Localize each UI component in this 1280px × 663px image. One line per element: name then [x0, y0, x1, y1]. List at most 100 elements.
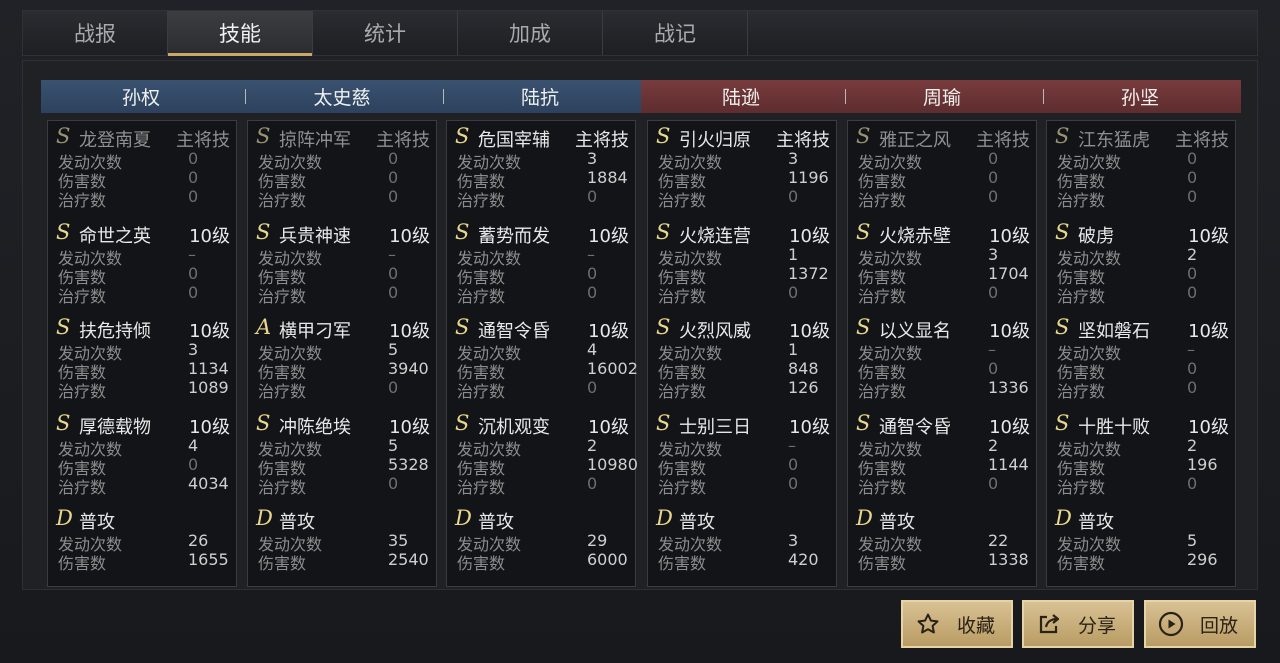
- skill-header: S 沉机观变 10级: [447, 410, 635, 438]
- skill-block[interactable]: S 十胜十败 10级 发动次数 2 伤害数 196 治疗数 0: [1047, 410, 1235, 497]
- stat-value: 22: [988, 531, 1009, 550]
- skill-stat-row: 伤害数 1196: [648, 168, 836, 191]
- skill-block[interactable]: S 破虏 10级 发动次数 2 伤害数 0 治疗数 0: [1047, 219, 1235, 306]
- skill-block[interactable]: S 危国宰辅 主将技 发动次数 3 伤害数 1884 治疗数 0: [447, 123, 635, 210]
- replay-button[interactable]: 回放: [1144, 600, 1256, 648]
- stat-label: 治疗数: [658, 382, 707, 401]
- skill-grade: S: [656, 411, 671, 435]
- skill-block[interactable]: S 厚德载物 10级 发动次数 4 伤害数 0 治疗数 4034: [48, 410, 236, 497]
- stat-value: 848: [788, 359, 819, 378]
- stat-value: 5: [388, 340, 399, 359]
- general-name: 孙权: [121, 87, 160, 109]
- skill-stat-row: 发动次数 4: [48, 436, 236, 459]
- skill-header: S 冲陈绝埃 10级: [248, 410, 436, 438]
- stat-value: 0: [1187, 149, 1198, 168]
- battle-report-screen: 战报 技能 统计 加成 战记 孙权 太史慈 陆抗 陆逊 周瑜 孙坚 S 龙登南夏 主将技 发动次…: [0, 0, 1280, 663]
- skill-header: S 江东猛虎 主将技: [1047, 123, 1235, 151]
- stat-value: 1884: [587, 168, 628, 187]
- skill-grade: S: [56, 411, 71, 435]
- skill-block[interactable]: S 命世之英 10级 发动次数 – 伤害数 0 治疗数 0: [48, 219, 236, 306]
- tab-bonus[interactable]: 加成: [458, 11, 603, 55]
- skill-stat-row: 发动次数 –: [848, 340, 1036, 363]
- stat-value: 0: [788, 187, 799, 206]
- stat-value: 0: [188, 283, 199, 302]
- skill-block[interactable]: D 普攻 发动次数 35 伤害数 2540: [248, 505, 436, 573]
- skill-block[interactable]: D 普攻 发动次数 22 伤害数 1338: [848, 505, 1036, 573]
- skill-block[interactable]: S 江东猛虎 主将技 发动次数 0 伤害数 0 治疗数 0: [1047, 123, 1235, 210]
- stat-value: 296: [1187, 550, 1218, 569]
- skill-block[interactable]: D 普攻 发动次数 3 伤害数 420: [648, 505, 836, 573]
- favorite-label: 收藏: [957, 614, 996, 637]
- skill-stat-row: 伤害数 6000: [447, 550, 635, 573]
- stat-value: 2: [587, 436, 598, 455]
- skill-block[interactable]: S 火烧连营 10级 发动次数 1 伤害数 1372 治疗数 0: [648, 219, 836, 306]
- skill-block[interactable]: D 普攻 发动次数 5 伤害数 296: [1047, 505, 1235, 573]
- skill-header: S 火烈风威 10级: [648, 314, 836, 342]
- stat-value: 0: [1187, 378, 1198, 397]
- share-button[interactable]: 分享: [1022, 600, 1134, 648]
- skill-block[interactable]: S 以义显名 10级 发动次数 – 伤害数 0 治疗数 1336: [848, 314, 1036, 401]
- tab-skills[interactable]: 技能: [168, 11, 313, 56]
- skill-stat-row: 伤害数 10980: [447, 455, 638, 478]
- skill-grade: S: [856, 220, 871, 244]
- skill-block[interactable]: A 横甲刁军 10级 发动次数 5 伤害数 3940 治疗数 0: [248, 314, 436, 401]
- skill-stat-row: 伤害数 1704: [848, 264, 1036, 287]
- skill-header: S 雅正之风 主将技: [848, 123, 1036, 151]
- stat-value: 3: [587, 149, 598, 168]
- stat-value: 1336: [988, 378, 1029, 397]
- skill-stat-row: 伤害数 420: [648, 550, 836, 573]
- skill-block[interactable]: S 通智令昏 10级 发动次数 2 伤害数 1144 治疗数 0: [848, 410, 1036, 497]
- skill-block[interactable]: D 普攻 发动次数 26 伤害数 1655: [48, 505, 236, 573]
- tab-battle-record[interactable]: 战记: [603, 11, 748, 55]
- skill-stat-row: 发动次数 2: [1047, 436, 1235, 459]
- skill-header: S 破虏 10级: [1047, 219, 1235, 247]
- skill-grade: S: [56, 220, 71, 244]
- skill-block[interactable]: S 龙登南夏 主将技 发动次数 0 伤害数 0 治疗数 0: [48, 123, 236, 210]
- skill-block[interactable]: S 扶危持倾 10级 发动次数 3 伤害数 1134 治疗数 1089: [48, 314, 236, 401]
- general-name: 陆逊: [721, 87, 760, 109]
- skill-stat-row: 治疗数 0: [248, 378, 436, 401]
- stat-label: 治疗数: [58, 287, 107, 306]
- skill-stat-row: 治疗数 0: [248, 187, 436, 210]
- skill-block[interactable]: S 引火归原 主将技 发动次数 3 伤害数 1196 治疗数 0: [648, 123, 836, 210]
- skill-stat-row: 治疗数 0: [648, 187, 836, 210]
- skill-grade: S: [455, 315, 470, 339]
- skill-stat-row: 发动次数 3: [848, 245, 1036, 268]
- skill-block[interactable]: S 兵贵神速 10级 发动次数 – 伤害数 0 治疗数 0: [248, 219, 436, 306]
- stat-value: 0: [1187, 187, 1198, 206]
- skill-stat-row: 伤害数 0: [1047, 264, 1235, 287]
- stat-value: 1704: [988, 264, 1029, 283]
- skill-block[interactable]: S 雅正之风 主将技 发动次数 0 伤害数 0 治疗数 0: [848, 123, 1036, 210]
- tab-statistics[interactable]: 统计: [313, 11, 458, 55]
- skill-header: S 十胜十败 10级: [1047, 410, 1235, 438]
- stat-label: 治疗数: [457, 191, 506, 210]
- skill-grade: S: [856, 315, 871, 339]
- skill-block[interactable]: S 火烧赤壁 10级 发动次数 3 伤害数 1704 治疗数 0: [848, 219, 1036, 306]
- skill-block[interactable]: S 沉机观变 10级 发动次数 2 伤害数 10980 治疗数 0: [447, 410, 638, 497]
- tab-battle-report[interactable]: 战报: [23, 11, 168, 55]
- skill-block[interactable]: S 火烈风威 10级 发动次数 1 伤害数 848 治疗数 126: [648, 314, 836, 401]
- skill-block[interactable]: S 蓄势而发 10级 发动次数 – 伤害数 0 治疗数 0: [447, 219, 635, 306]
- skill-grade: D: [256, 506, 273, 530]
- skill-block[interactable]: S 通智令昏 10级 发动次数 4 伤害数 16002 治疗数 0: [447, 314, 638, 401]
- skill-stat-row: 伤害数 2540: [248, 550, 436, 573]
- skill-stat-row: 伤害数 296: [1047, 550, 1235, 573]
- skill-header: S 通智令昏 10级: [447, 314, 635, 342]
- stat-value: 4034: [188, 474, 229, 493]
- skill-stat-row: 伤害数 1884: [447, 168, 635, 191]
- skill-block[interactable]: S 掠阵冲军 主将技 发动次数 0 伤害数 0 治疗数 0: [248, 123, 436, 210]
- favorite-button[interactable]: 收藏: [901, 600, 1013, 648]
- skill-stat-row: 治疗数 0: [48, 187, 236, 210]
- skill-grade: S: [455, 124, 470, 148]
- skill-header: S 蓄势而发 10级: [447, 219, 635, 247]
- stat-value: 0: [587, 283, 598, 302]
- skill-block[interactable]: S 士别三日 10级 发动次数 – 伤害数 0 治疗数 0: [648, 410, 836, 497]
- stat-value: 0: [988, 283, 999, 302]
- skill-stat-row: 治疗数 0: [848, 283, 1036, 306]
- skill-stat-row: 伤害数 0: [848, 168, 1036, 191]
- skill-block[interactable]: S 冲陈绝埃 10级 发动次数 5 伤害数 5328 治疗数 0: [248, 410, 436, 497]
- skill-stat-row: 治疗数 0: [447, 378, 635, 401]
- skill-block[interactable]: S 坚如磐石 10级 发动次数 – 伤害数 0 治疗数 0: [1047, 314, 1235, 401]
- skill-block[interactable]: D 普攻 发动次数 29 伤害数 6000: [447, 505, 635, 573]
- skill-stat-row: 治疗数 0: [48, 283, 236, 306]
